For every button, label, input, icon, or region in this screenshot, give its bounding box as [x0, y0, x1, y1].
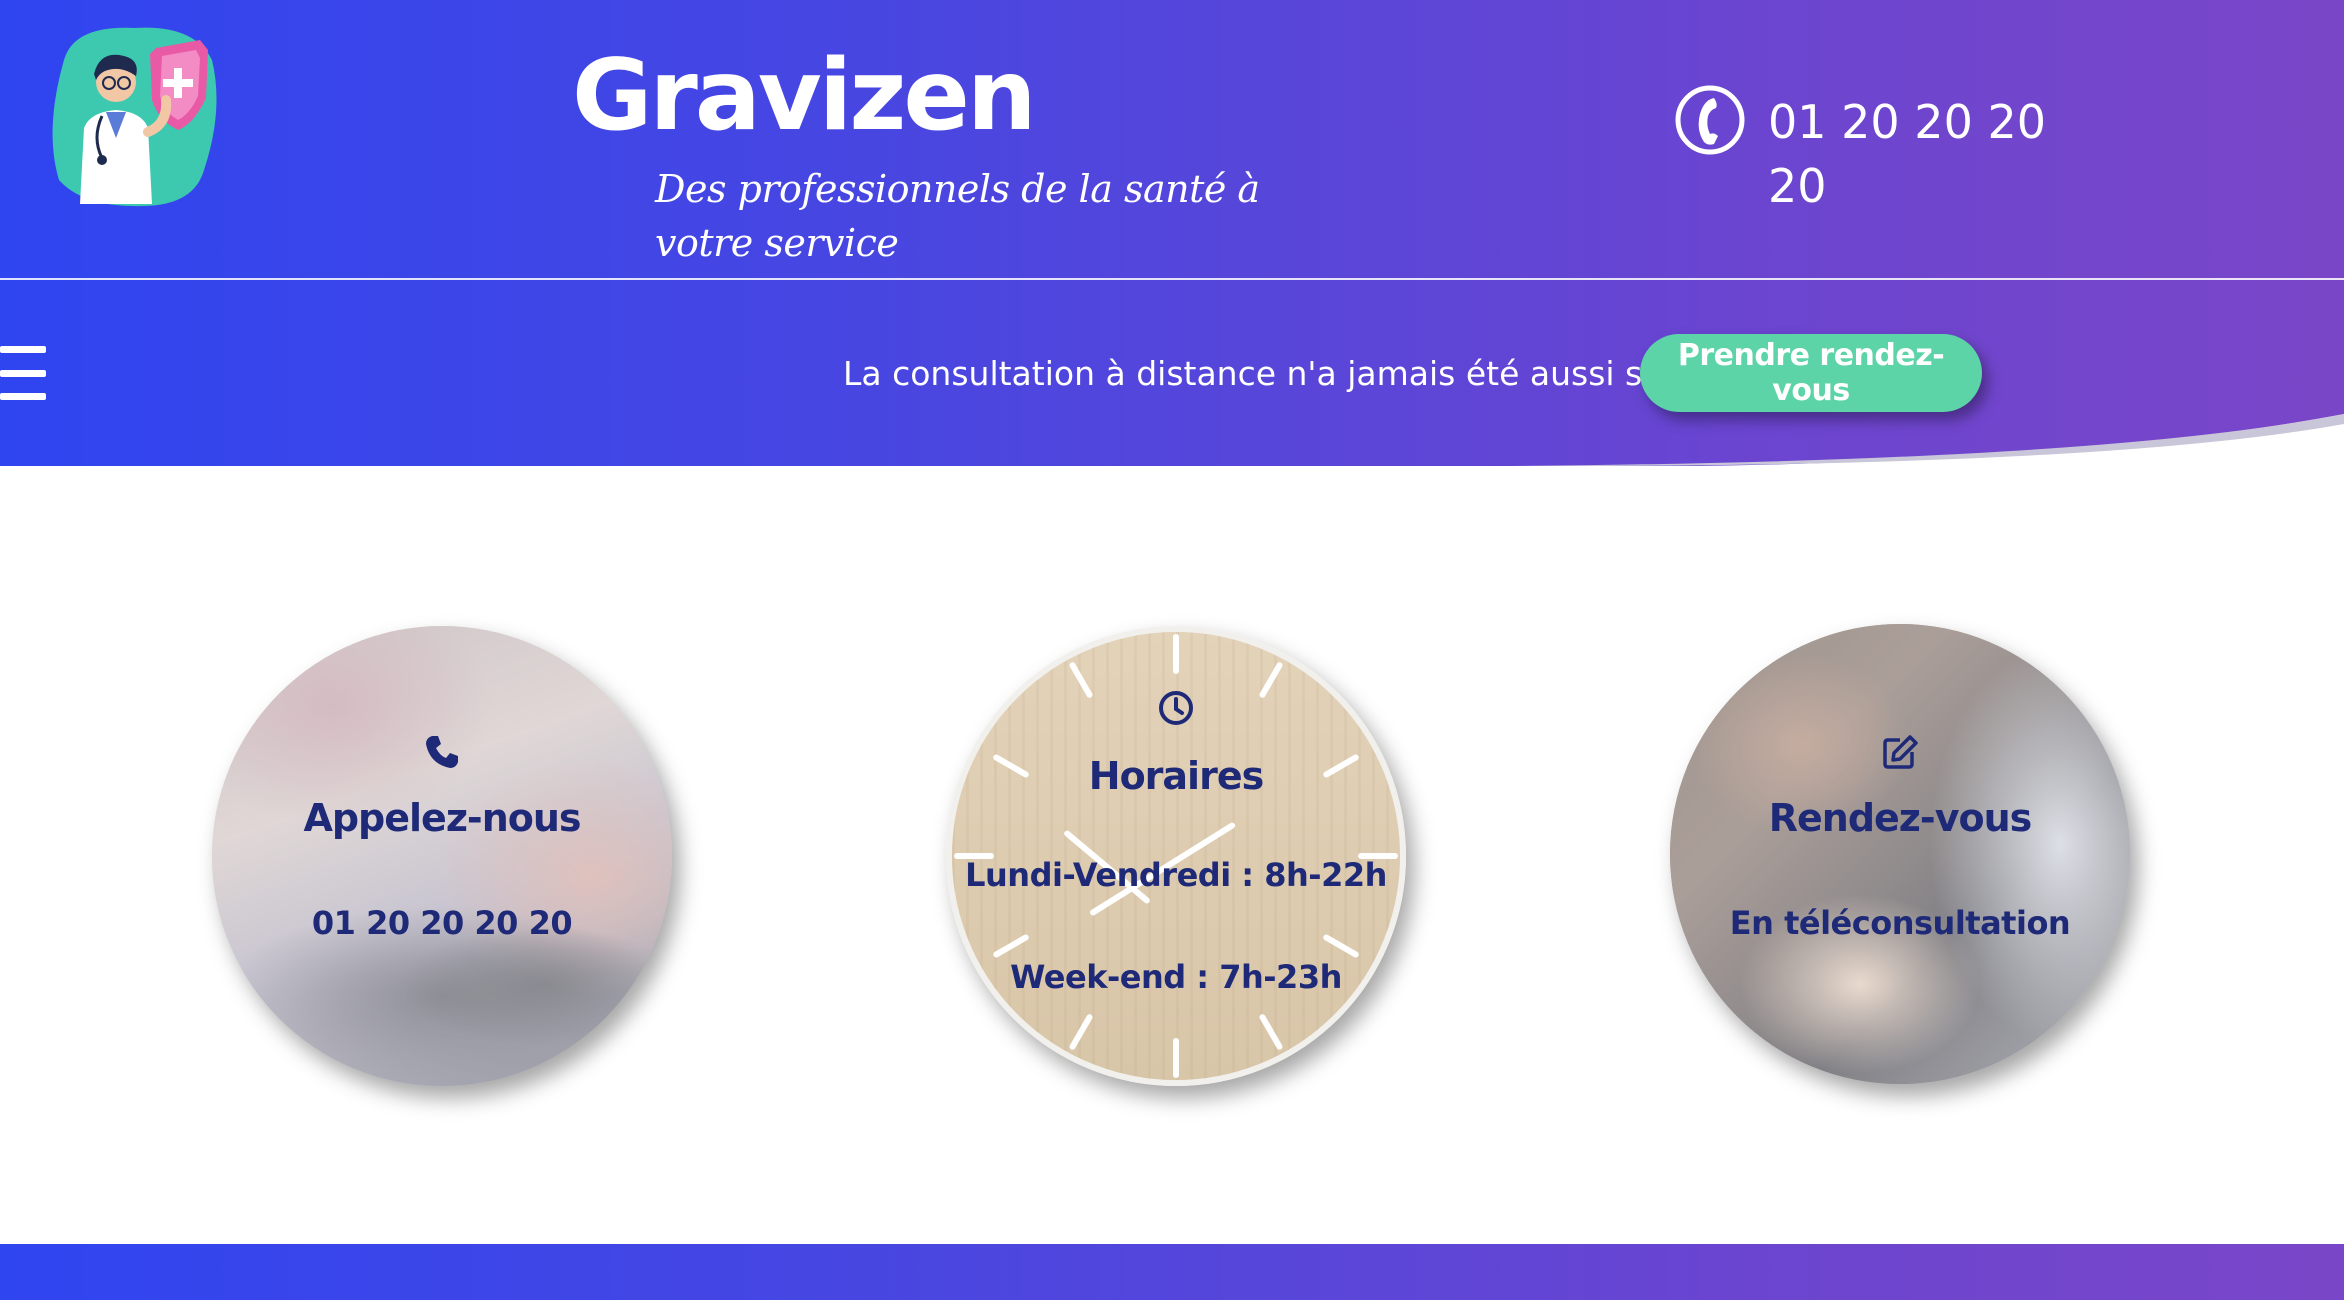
header-divider — [0, 278, 2344, 280]
card-title: Appelez-nous — [303, 796, 581, 840]
hours-card: Horaires Lundi-Vendredi : 8h-22h Week-en… — [946, 626, 1406, 1086]
appointment-card[interactable]: Rendez-vous En téléconsultation — [1670, 624, 2130, 1084]
clock-icon — [1156, 688, 1196, 728]
card-overlay — [212, 626, 672, 1086]
card-overlay — [1670, 624, 2130, 1084]
card-phone-number[interactable]: 01 20 20 20 20 — [212, 904, 672, 942]
footer-band — [0, 1244, 2344, 1300]
header-wave-divider — [0, 414, 2344, 466]
brand-tagline: Des professionnels de la santé à votre s… — [655, 167, 1260, 265]
doctor-shield-logo-icon[interactable] — [44, 20, 224, 210]
header-phone-number[interactable]: 01 20 20 20 20 — [1768, 90, 2108, 213]
card-subtitle: En téléconsultation — [1729, 904, 2071, 942]
weekend-hours: Week-end : 7h-23h — [1010, 958, 1342, 996]
card-title: Horaires — [1088, 754, 1264, 798]
call-card[interactable]: Appelez-nous 01 20 20 20 20 — [212, 626, 672, 1086]
phone-icon — [422, 732, 462, 772]
card-title: Rendez-vous — [1768, 796, 2033, 840]
brand-title[interactable]: Gravizen — [572, 36, 1037, 156]
site-header: Gravizen Des professionnels de la santé … — [0, 0, 2344, 466]
phone-icon[interactable] — [1674, 84, 1746, 156]
weekday-hours: Lundi-Vendredi : 8h-22h — [965, 856, 1387, 894]
edit-icon — [1880, 732, 1920, 772]
